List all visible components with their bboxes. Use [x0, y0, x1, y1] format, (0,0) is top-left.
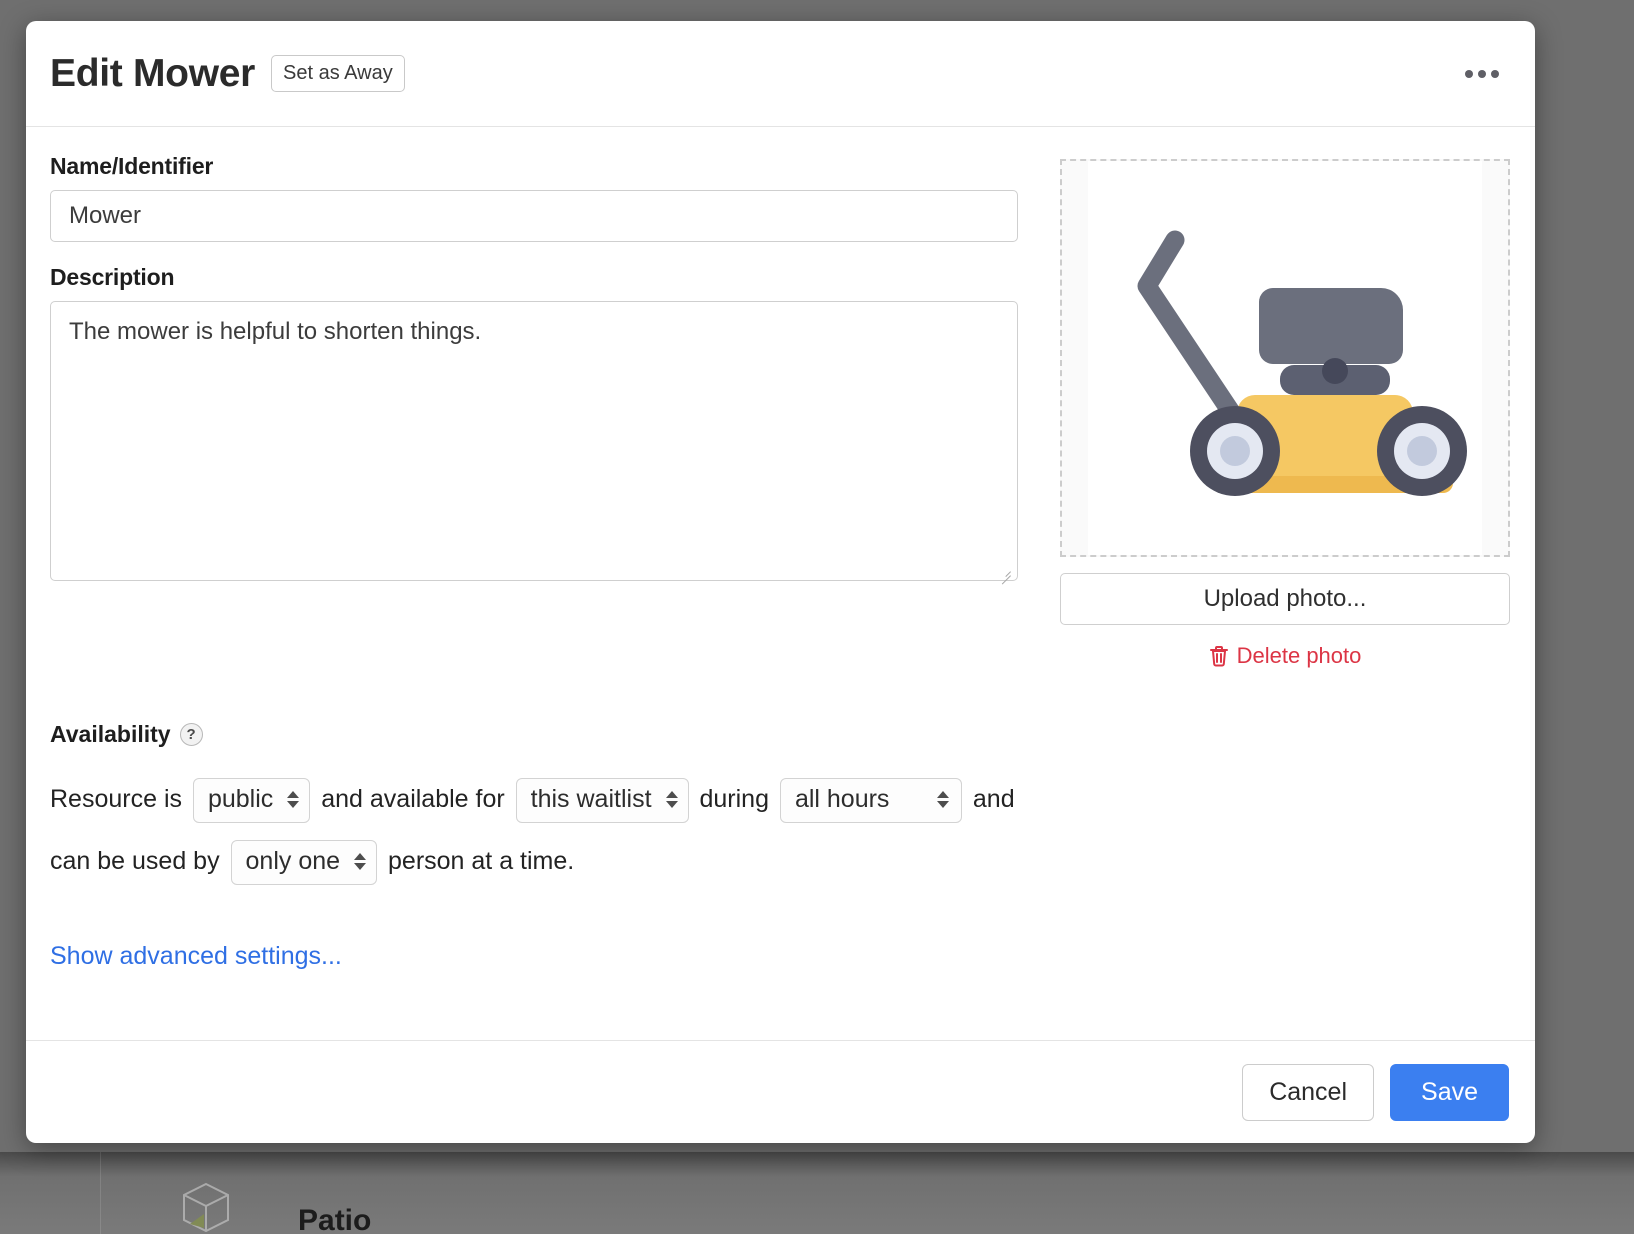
- background-divider: [100, 1152, 101, 1234]
- background-resource-row: Patio: [0, 1152, 1634, 1234]
- cancel-button[interactable]: Cancel: [1242, 1064, 1374, 1121]
- sentence-part-3: during: [699, 785, 769, 813]
- availability-heading: Availability: [50, 721, 171, 748]
- sentence-part-4: and: [973, 785, 1015, 813]
- capacity-select-value: only one: [246, 848, 341, 876]
- dialog-body: Name/Identifier Description The mower is…: [26, 127, 1535, 1040]
- name-input[interactable]: [50, 190, 1018, 242]
- chevron-updown-icon: [354, 853, 366, 870]
- background-item-label: Patio: [298, 1204, 371, 1234]
- photo-preview: [1088, 161, 1482, 555]
- photo-column: Upload photo... Delete photo: [1060, 153, 1510, 669]
- lawn-mower-icon: [1095, 193, 1475, 523]
- sentence-part-1: Resource is: [50, 785, 182, 813]
- chevron-updown-icon: [287, 791, 299, 808]
- form-column: Name/Identifier Description The mower is…: [50, 153, 1018, 669]
- save-button[interactable]: Save: [1390, 1064, 1509, 1121]
- dialog-footer: Cancel Save: [26, 1040, 1535, 1143]
- hours-select[interactable]: all hours: [780, 778, 962, 823]
- sentence-part-6: person at a time.: [388, 847, 574, 875]
- edit-resource-dialog: Edit Mower Set as Away Name/Identifier D…: [26, 21, 1535, 1143]
- sentence-part-2: and available for: [321, 785, 504, 813]
- question-mark-icon[interactable]: ?: [180, 723, 203, 746]
- more-options-icon[interactable]: [1459, 64, 1505, 84]
- description-textarea[interactable]: The mower is helpful to shorten things.: [50, 301, 1018, 581]
- trash-icon: [1209, 645, 1229, 667]
- availability-sentence: Resource is public and available for thi…: [50, 768, 1070, 892]
- delete-photo-label: Delete photo: [1237, 643, 1362, 669]
- capacity-select[interactable]: only one: [231, 840, 378, 885]
- visibility-select-value: public: [208, 786, 273, 814]
- dialog-title: Edit Mower: [50, 52, 255, 96]
- description-label: Description: [50, 264, 1018, 291]
- availability-heading-row: Availability ?: [50, 721, 1511, 748]
- set-as-away-button[interactable]: Set as Away: [271, 55, 405, 92]
- delete-photo-link[interactable]: Delete photo: [1060, 643, 1510, 669]
- scope-select-value: this waitlist: [531, 786, 652, 814]
- show-advanced-settings-link[interactable]: Show advanced settings...: [50, 942, 342, 971]
- dialog-header: Edit Mower Set as Away: [26, 21, 1535, 127]
- scope-select[interactable]: this waitlist: [516, 778, 689, 823]
- chevron-updown-icon: [666, 791, 678, 808]
- visibility-select[interactable]: public: [193, 778, 310, 823]
- photo-dropzone[interactable]: [1060, 159, 1510, 557]
- availability-section: Availability ? Resource is public and av…: [50, 721, 1511, 971]
- sentence-part-5: can be used by: [50, 847, 220, 875]
- chevron-updown-icon: [937, 791, 949, 808]
- box-icon: [180, 1180, 232, 1234]
- name-label: Name/Identifier: [50, 153, 1018, 180]
- hours-select-value: all hours: [795, 786, 890, 814]
- upload-photo-button[interactable]: Upload photo...: [1060, 573, 1510, 625]
